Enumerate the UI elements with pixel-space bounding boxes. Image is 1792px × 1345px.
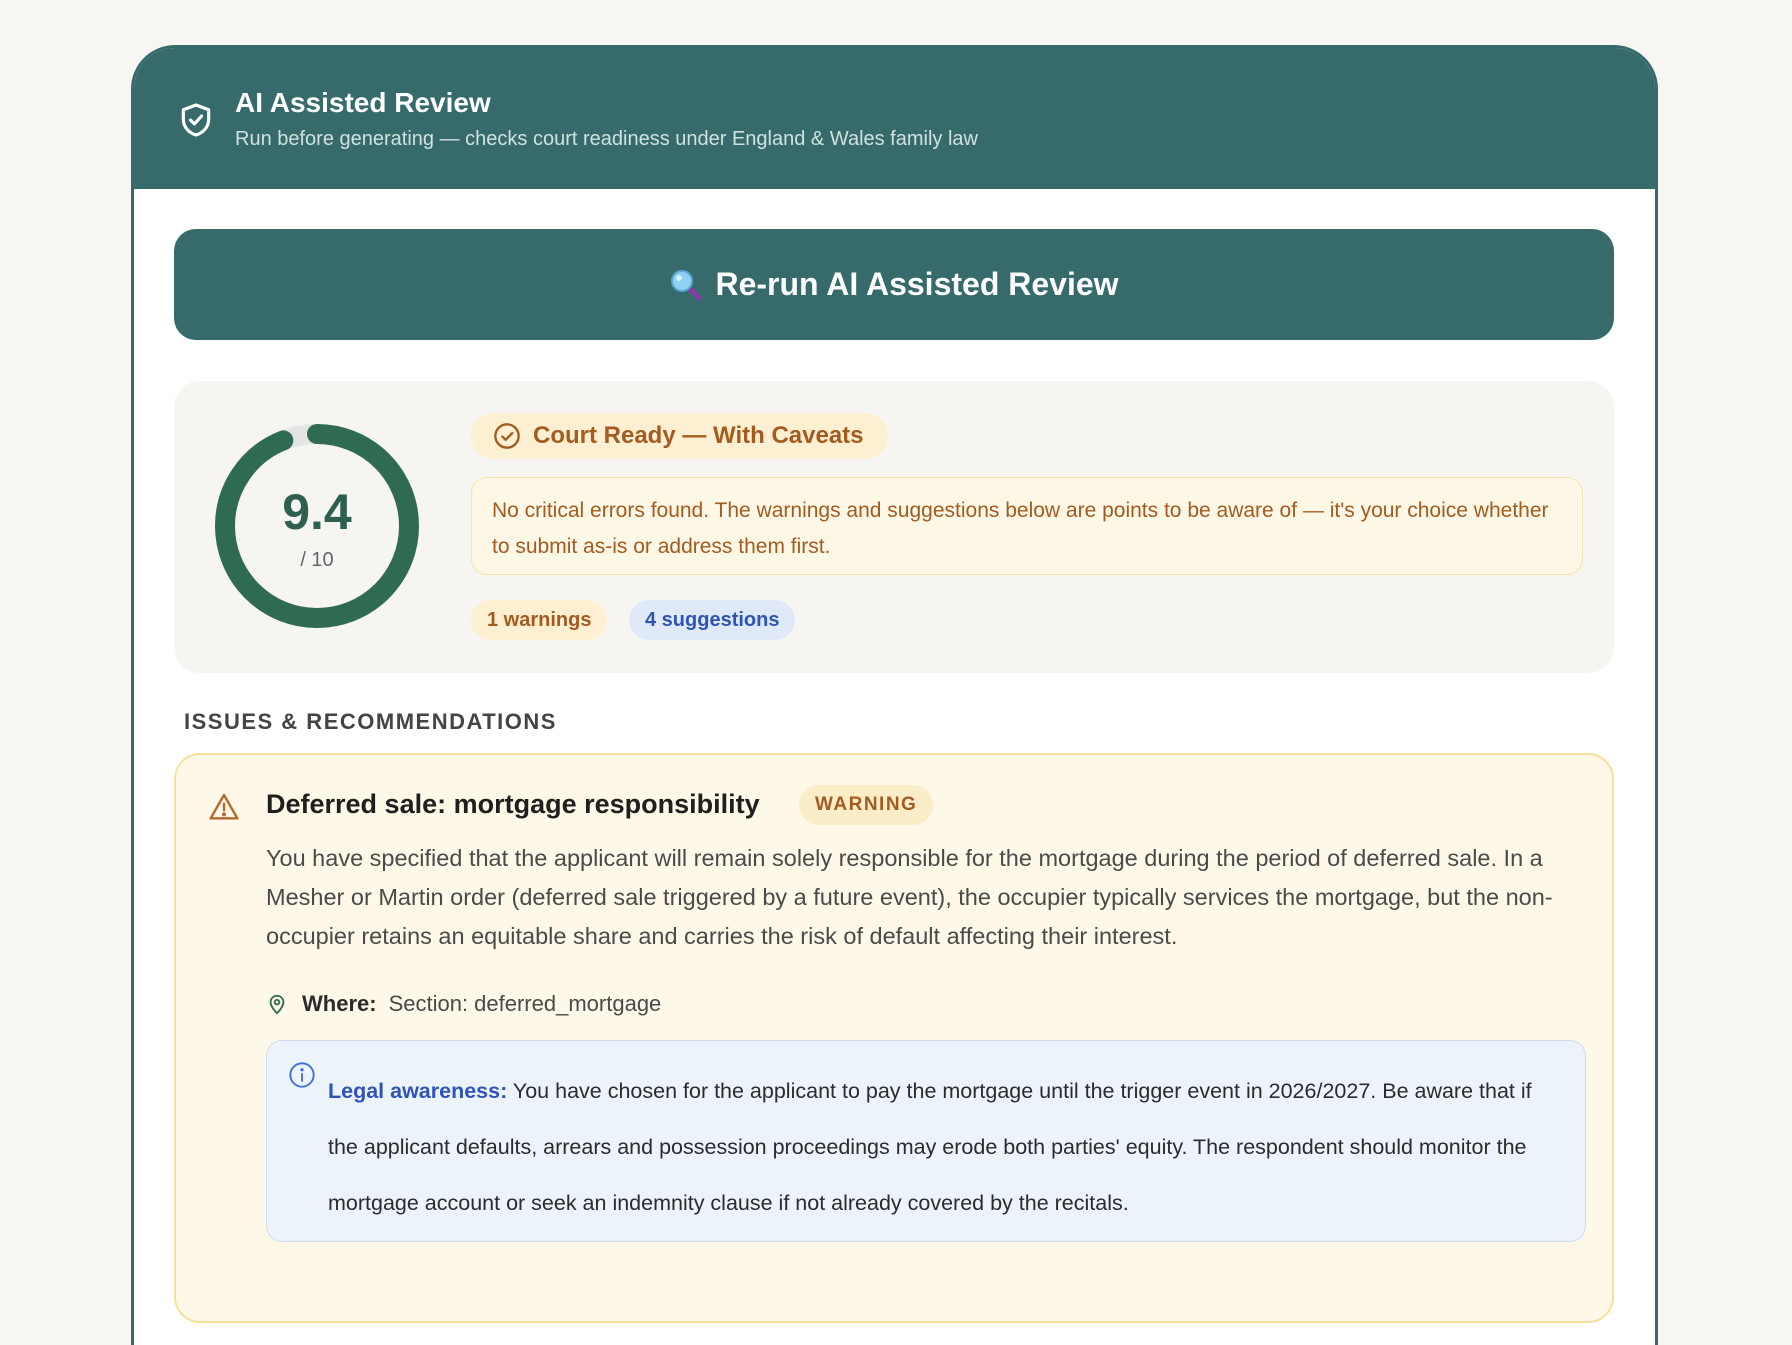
legal-awareness-box: Legal awareness: You have chosen for the… <box>266 1040 1586 1242</box>
legal-awareness-label: Legal awareness: <box>328 1079 508 1103</box>
check-circle-icon <box>494 423 520 449</box>
legal-awareness-text: You have chosen for the applicant to pay… <box>328 1079 1532 1215</box>
panel-header: AI Assisted Review Run before generating… <box>134 48 1655 189</box>
issue-location-label: Where: <box>302 991 377 1016</box>
issue-severity-badge: WARNING <box>799 785 934 825</box>
issues-section-title: ISSUES & RECOMMENDATIONS <box>184 709 557 734</box>
rerun-button-label: Re-run AI Assisted Review <box>715 266 1119 302</box>
warnings-count-badge[interactable]: 1 warnings <box>471 600 608 640</box>
status-note: No critical errors found. The warnings a… <box>471 477 1583 575</box>
page-subtitle: Run before generating — checks court rea… <box>235 127 978 150</box>
score-value: 9.4 <box>282 484 352 540</box>
warning-triangle-icon <box>209 793 239 820</box>
issue-location-value: Section: deferred_mortgage <box>388 991 662 1016</box>
issue-title: Deferred sale: mortgage responsibility <box>266 789 760 819</box>
magnifier-icon <box>671 269 702 300</box>
status-badge: Court Ready — With Caveats <box>471 413 888 459</box>
page-title: AI Assisted Review <box>235 86 491 118</box>
rerun-review-button[interactable]: Re-run AI Assisted Review <box>174 229 1614 340</box>
info-icon <box>289 1062 315 1088</box>
review-panel: AI Assisted Review Run before generating… <box>131 45 1658 1345</box>
issue-card: Deferred sale: mortgage responsibility W… <box>174 753 1614 1323</box>
issue-description: You have specified that the applicant wi… <box>266 845 1553 949</box>
score-max: / 10 <box>300 549 334 571</box>
score-card: 9.4 / 10 Court Ready — With Caveats No c… <box>174 381 1614 673</box>
issue-location: Where: Section: deferred_mortgage <box>266 991 661 1017</box>
map-pin-icon <box>269 994 285 1015</box>
status-label: Court Ready — With Caveats <box>533 422 864 449</box>
shield-check-icon <box>181 103 211 137</box>
suggestions-count-badge[interactable]: 4 suggestions <box>629 600 796 640</box>
